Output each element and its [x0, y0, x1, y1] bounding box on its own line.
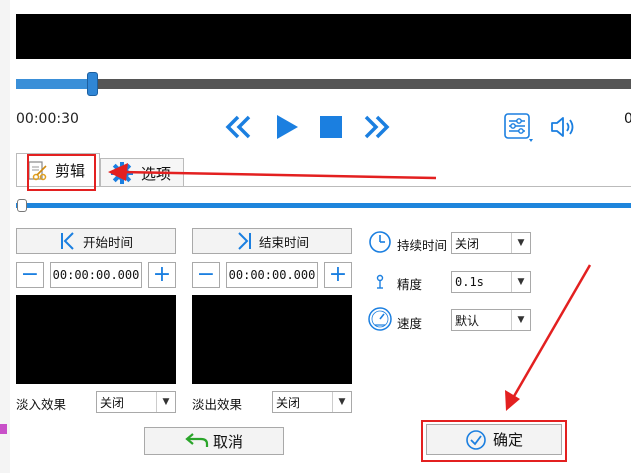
clipped-label: 0: [624, 111, 631, 127]
chevron-down-icon: ▼: [156, 392, 175, 412]
end-time-label: 结束时间: [258, 234, 309, 250]
annotation-highlight-confirm: [421, 420, 567, 462]
current-time: 00:00:30: [16, 111, 79, 127]
end-decrement-button[interactable]: −: [192, 262, 220, 288]
tab-options[interactable]: 选项: [100, 158, 184, 187]
fade-in-value: 关闭: [100, 395, 125, 410]
speed-label: 速度: [397, 316, 423, 331]
rewind-icon[interactable]: [224, 114, 254, 140]
start-time-input[interactable]: 00:00:00.000: [50, 262, 142, 288]
clip-range-thumb[interactable]: [17, 199, 27, 212]
set-start-time-button[interactable]: 开始时间: [16, 228, 176, 254]
duration-select[interactable]: 关闭 ▼: [451, 232, 531, 254]
duration-value: 关闭: [455, 236, 480, 251]
timeline-progress: [16, 79, 93, 89]
cancel-label: 取消: [212, 432, 243, 451]
volume-icon[interactable]: [549, 115, 579, 139]
speedometer-icon: [368, 307, 392, 331]
skip-to-end-icon: [238, 232, 251, 250]
timeline-thumb[interactable]: [87, 72, 98, 96]
annotation-arrowhead-down: [505, 390, 520, 411]
start-decrement-button[interactable]: −: [16, 262, 44, 288]
play-icon[interactable]: [274, 113, 300, 141]
background-window-fragment: [0, 424, 7, 434]
end-increment-button[interactable]: +: [324, 262, 352, 288]
set-end-time-button[interactable]: 结束时间: [192, 228, 352, 254]
equalizer-settings-icon[interactable]: [504, 113, 534, 143]
end-frame-preview: [192, 295, 352, 384]
start-time-label: 开始时间: [82, 234, 133, 250]
fade-in-label: 淡入效果: [16, 397, 67, 412]
speed-select[interactable]: 默认 ▼: [451, 309, 531, 331]
clip-range-slider[interactable]: [16, 203, 631, 208]
precision-select[interactable]: 0.1s ▼: [451, 271, 531, 293]
precision-icon: [376, 274, 384, 289]
precision-label: 精度: [397, 277, 423, 292]
clock-icon: [369, 231, 391, 253]
fade-out-label: 淡出效果: [192, 397, 243, 412]
chevron-down-icon: ▼: [511, 272, 530, 292]
end-time-input[interactable]: 00:00:00.000: [226, 262, 318, 288]
fade-out-value: 关闭: [276, 395, 301, 410]
chevron-down-icon: ▼: [511, 310, 530, 330]
tab-divider: [16, 186, 631, 187]
undo-arrow-icon: [185, 433, 209, 447]
stop-icon[interactable]: [320, 116, 342, 138]
annotation-highlight-edit-tab: [27, 154, 96, 191]
tab-options-label: 选项: [141, 164, 172, 183]
fast-forward-icon[interactable]: [362, 114, 392, 140]
fade-in-select[interactable]: 关闭 ▼: [96, 391, 176, 413]
speed-value: 默认: [455, 313, 480, 328]
duration-label: 持续时间: [397, 238, 448, 253]
video-preview: [16, 14, 631, 59]
chevron-down-icon: ▼: [332, 392, 351, 412]
timeline-track[interactable]: [16, 79, 631, 89]
gear-icon: [111, 162, 133, 184]
start-frame-preview: [16, 295, 176, 384]
skip-to-start-icon: [60, 232, 74, 250]
start-increment-button[interactable]: +: [148, 262, 176, 288]
precision-value: 0.1s: [455, 275, 484, 289]
fade-out-select[interactable]: 关闭 ▼: [272, 391, 352, 413]
window-edge: [0, 0, 10, 473]
chevron-down-icon: ▼: [511, 233, 530, 253]
cancel-button[interactable]: 取消: [144, 427, 284, 455]
